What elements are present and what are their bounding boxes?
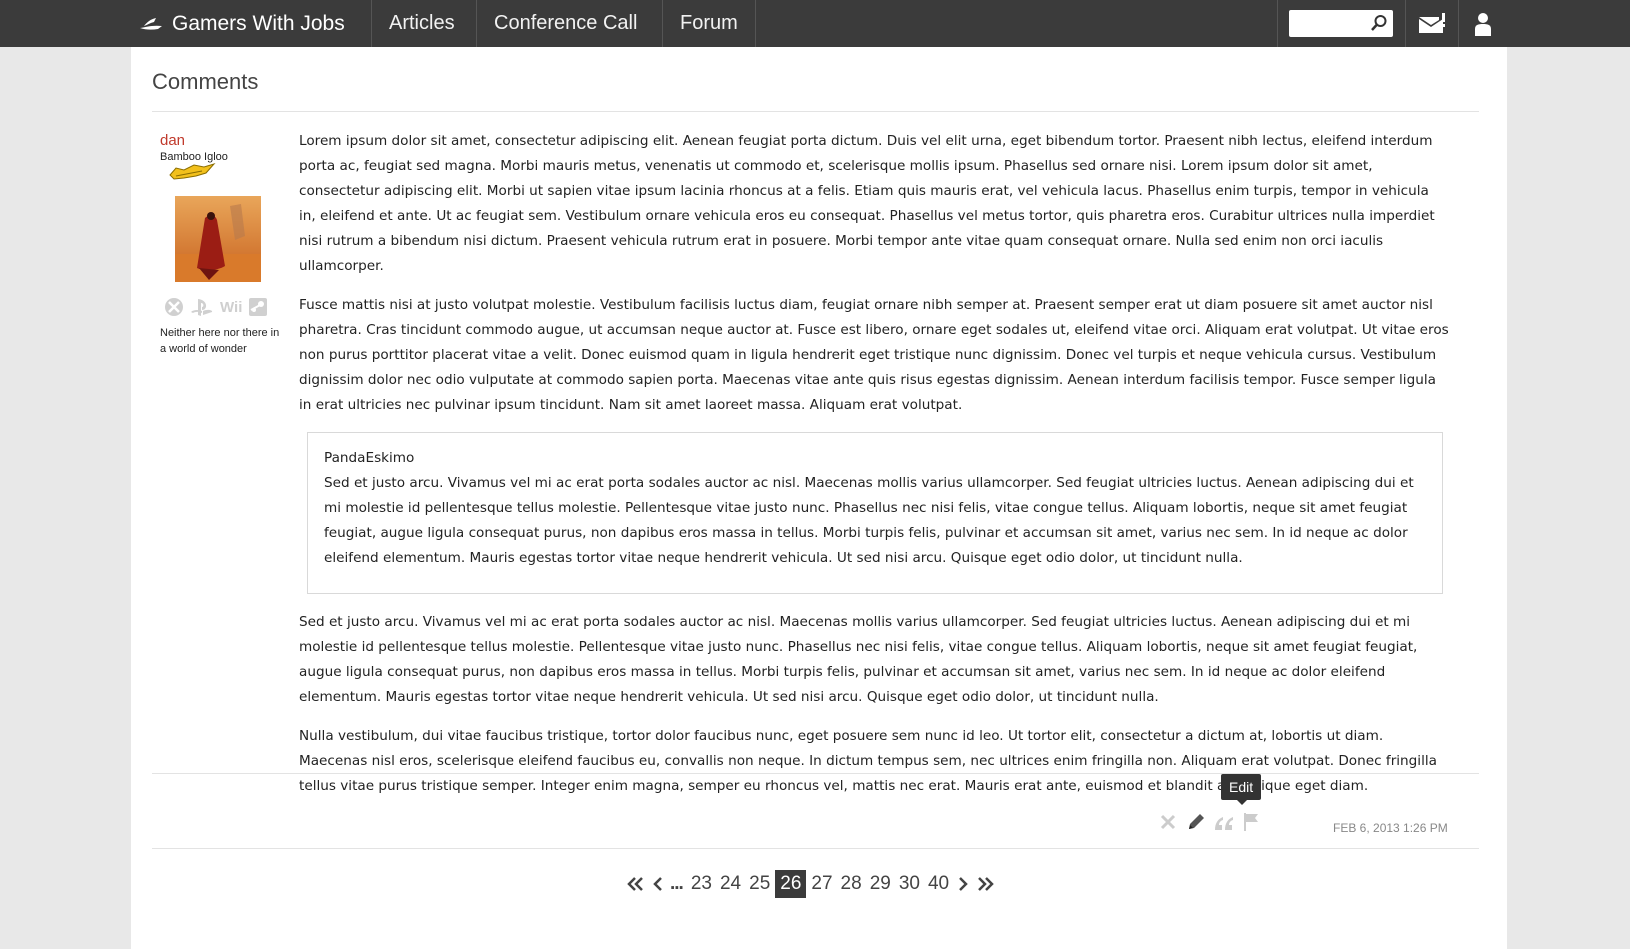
page-link[interactable]: 24: [717, 870, 744, 898]
post-paragraph: Lorem ipsum dolor sit amet, consectetur …: [299, 133, 1435, 274]
page-link[interactable]: 29: [867, 870, 894, 898]
next-page-icon[interactable]: [953, 870, 973, 898]
page-link[interactable]: 25: [746, 870, 773, 898]
pagination-ellipsis: ...: [670, 873, 684, 894]
quote-icon[interactable]: [1213, 814, 1235, 837]
logo-icon: [140, 17, 162, 30]
nav-divider: [662, 0, 663, 47]
nav-divider: [371, 0, 372, 47]
top-navbar: Gamers With Jobs Articles Conference Cal…: [0, 0, 1630, 47]
pagination: ... 23 24 25 26 27 28 29 30 40: [624, 869, 997, 899]
post-paragraph: Sed et justo arcu. Vivamus vel mi ac era…: [299, 614, 1418, 705]
avatar[interactable]: [175, 196, 261, 282]
divider: [152, 773, 1479, 774]
author-username[interactable]: dan: [160, 132, 290, 149]
post-paragraph: Nulla vestibulum, dui vitae faucibus tri…: [299, 728, 1437, 794]
flag-icon[interactable]: [1242, 812, 1260, 837]
page-link[interactable]: 40: [925, 870, 952, 898]
post-author-info: dan Bamboo Igloo: [160, 132, 290, 186]
playstation-icon: [191, 299, 213, 316]
quote-block: PandaEskimo Sed et justo arcu. Vivamus v…: [307, 432, 1443, 594]
nav-conference-call[interactable]: Conference Call: [494, 0, 637, 47]
divider: [152, 848, 1479, 849]
page-link-current[interactable]: 26: [775, 870, 807, 898]
page-link[interactable]: 23: [688, 870, 715, 898]
page-link[interactable]: 30: [896, 870, 923, 898]
delete-icon[interactable]: [1159, 813, 1177, 836]
first-page-icon[interactable]: [624, 870, 648, 898]
rank-badge-icon: [169, 163, 216, 180]
user-icon[interactable]: [1459, 0, 1507, 47]
post-body: Lorem ipsum dolor sit amet, consectetur …: [299, 129, 1449, 813]
post-date: FEB 6, 2013 1:26 PM: [1333, 821, 1448, 835]
prev-page-icon[interactable]: [648, 870, 668, 898]
brand-name: Gamers With Jobs: [172, 11, 345, 35]
quote-text: Sed et justo arcu. Vivamus vel mi ac era…: [324, 475, 1414, 566]
xbox-icon: [165, 298, 183, 316]
steam-icon: [249, 298, 268, 316]
author-tagline: Neither here nor there in a world of won…: [160, 327, 280, 355]
last-page-icon[interactable]: [973, 870, 997, 898]
edit-icon[interactable]: [1186, 812, 1206, 837]
nav-divider: [1277, 0, 1278, 47]
nav-divider: [755, 0, 756, 47]
search-box: [1289, 10, 1393, 38]
edit-tooltip: Edit: [1221, 774, 1262, 805]
divider: [152, 111, 1479, 112]
nav-divider: [476, 0, 477, 47]
wii-icon: Wii: [220, 298, 243, 316]
brand-link[interactable]: Gamers With Jobs: [138, 0, 371, 47]
search-input[interactable]: [1295, 11, 1377, 38]
quote-author: PandaEskimo: [324, 450, 415, 466]
nav-forum[interactable]: Forum: [680, 0, 738, 47]
page-link[interactable]: 27: [808, 870, 835, 898]
messages-icon[interactable]: [1406, 0, 1458, 47]
search-icon[interactable]: [1370, 14, 1388, 37]
platform-icons: Wii: [164, 297, 268, 317]
nav-articles[interactable]: Articles: [389, 0, 455, 47]
post-paragraph: Fusce mattis nisi at justo volutpat mole…: [299, 297, 1449, 413]
page-title: Comments: [152, 69, 259, 94]
page-link[interactable]: 28: [838, 870, 865, 898]
content-area: Comments dan Bamboo Igloo Wii Neither he…: [131, 47, 1507, 949]
